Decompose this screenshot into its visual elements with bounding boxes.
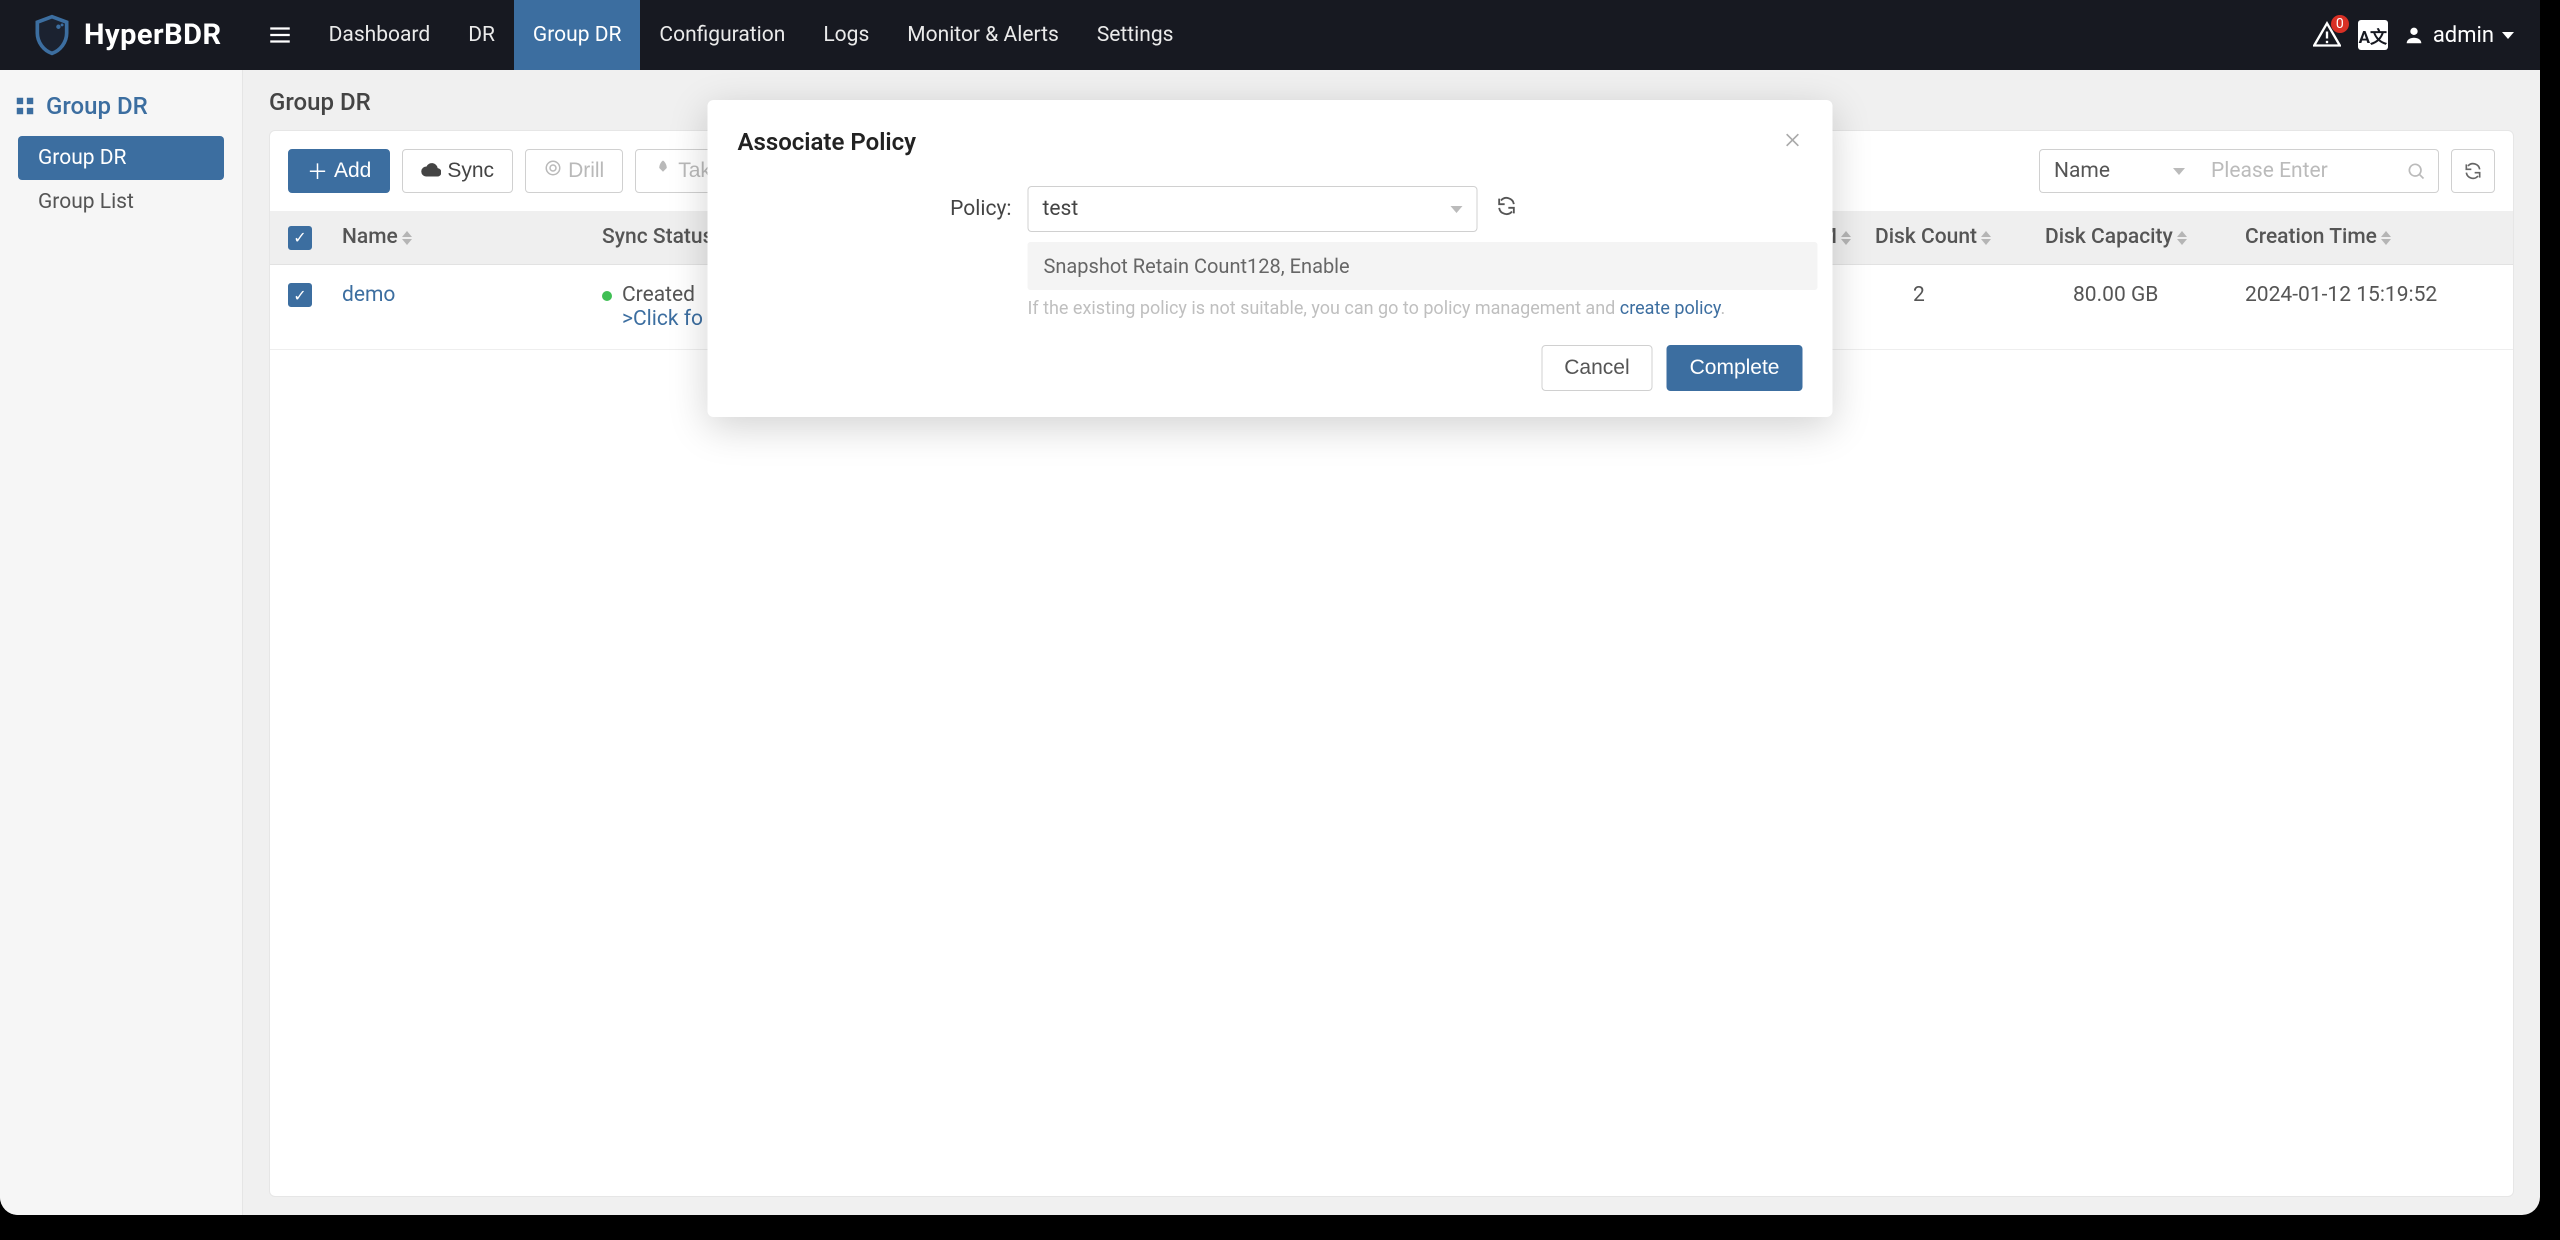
sidebar-section-title: Group DR	[0, 80, 242, 132]
complete-button[interactable]: Complete	[1667, 345, 1803, 391]
nav-monitor-alerts[interactable]: Monitor & Alerts	[888, 0, 1078, 70]
col-name[interactable]: Name	[342, 225, 398, 249]
modal-close-button[interactable]	[1783, 128, 1803, 156]
sidebar-item-group-list[interactable]: Group List	[18, 180, 224, 224]
filter-field-select[interactable]: Name	[2039, 149, 2199, 193]
search-placeholder: Please Enter	[2211, 159, 2328, 183]
user-name: admin	[2433, 23, 2494, 48]
add-label: Add	[334, 159, 371, 183]
hint-prefix: If the existing policy is not suitable, …	[1028, 298, 1620, 319]
notifications-badge: 0	[2331, 15, 2349, 33]
nav-logs[interactable]: Logs	[804, 0, 888, 70]
policy-label: Policy:	[738, 197, 1028, 221]
notifications-icon[interactable]: 0	[2311, 19, 2343, 51]
brand-name: HyperBDR	[84, 18, 222, 52]
user-icon	[2403, 24, 2425, 46]
search-icon	[2406, 161, 2426, 181]
sidebar: Group DR Group DR Group List	[0, 70, 243, 1215]
drill-label: Drill	[568, 159, 604, 183]
create-policy-link[interactable]: create policy	[1620, 298, 1721, 319]
filter-field-value: Name	[2054, 159, 2110, 183]
rocket-icon	[654, 159, 672, 183]
modal-title: Associate Policy	[738, 128, 917, 156]
col-sync-status[interactable]: Sync Status	[602, 225, 713, 249]
col-disk-capacity[interactable]: Disk Capacity	[2045, 225, 2173, 249]
status-dot-icon	[602, 291, 612, 301]
nav-group-dr[interactable]: Group DR	[514, 0, 641, 70]
cloud-icon	[421, 159, 441, 183]
user-menu[interactable]: admin	[2403, 23, 2514, 48]
nav-configuration[interactable]: Configuration	[640, 0, 804, 70]
drill-button[interactable]: Drill	[525, 149, 623, 193]
policy-refresh-button[interactable]	[1496, 195, 1518, 223]
row-creation-time: 2024-01-12 15:19:52	[2245, 283, 2437, 307]
select-all-checkbox[interactable]: ✓	[288, 226, 312, 250]
row-checkbox[interactable]: ✓	[288, 283, 312, 307]
cancel-button[interactable]: Cancel	[1541, 345, 1652, 391]
main-nav: Dashboard DR Group DR Configuration Logs…	[310, 0, 1193, 70]
row-disk-count: 2	[1913, 283, 1925, 307]
hint-suffix: .	[1721, 298, 1726, 319]
sidebar-item-group-dr[interactable]: Group DR	[18, 136, 224, 180]
language-icon: A文	[2358, 20, 2388, 50]
chevron-down-icon	[2502, 32, 2514, 39]
grid-icon	[14, 95, 36, 117]
refresh-icon	[2463, 161, 2483, 181]
add-button[interactable]: ＋Add	[288, 149, 390, 193]
plus-icon: ＋	[307, 156, 328, 186]
target-icon	[544, 159, 562, 183]
shield-icon	[30, 13, 74, 57]
row-disk-capacity: 80.00 GB	[2073, 283, 2158, 307]
policy-value: test	[1043, 197, 1079, 221]
col-creation-time[interactable]: Creation Time	[2245, 225, 2377, 249]
refresh-button[interactable]	[2451, 149, 2495, 193]
sync-label: Sync	[447, 159, 494, 183]
status-line2-link[interactable]: >Click fo	[622, 307, 703, 331]
row-name-link[interactable]: demo	[342, 283, 395, 307]
associate-policy-modal: Associate Policy Policy: test Snapshot R…	[708, 100, 1833, 417]
sidebar-title-text: Group DR	[46, 92, 148, 120]
chevron-down-icon	[1451, 206, 1463, 213]
logo[interactable]: HyperBDR	[0, 0, 250, 70]
refresh-icon	[1496, 195, 1518, 217]
policy-select[interactable]: test	[1028, 186, 1478, 232]
policy-hint: If the existing policy is not suitable, …	[1028, 298, 1803, 319]
nav-dr[interactable]: DR	[449, 0, 514, 70]
topbar-right: 0 A文 admin	[2311, 19, 2540, 51]
topbar: HyperBDR Dashboard DR Group DR Configura…	[0, 0, 2540, 70]
policy-info: Snapshot Retain Count128, Enable	[1028, 242, 1818, 290]
nav-settings[interactable]: Settings	[1078, 0, 1193, 70]
search-input[interactable]: Please Enter	[2199, 149, 2439, 193]
close-icon	[1783, 130, 1803, 150]
language-switch[interactable]: A文	[2357, 19, 2389, 51]
sync-button[interactable]: Sync	[402, 149, 513, 193]
nav-dashboard[interactable]: Dashboard	[310, 0, 450, 70]
menu-toggle-icon[interactable]	[250, 0, 310, 70]
chevron-down-icon	[2173, 168, 2185, 175]
col-disk-count[interactable]: Disk Count	[1875, 225, 1977, 249]
status-line1: Created	[622, 283, 695, 307]
